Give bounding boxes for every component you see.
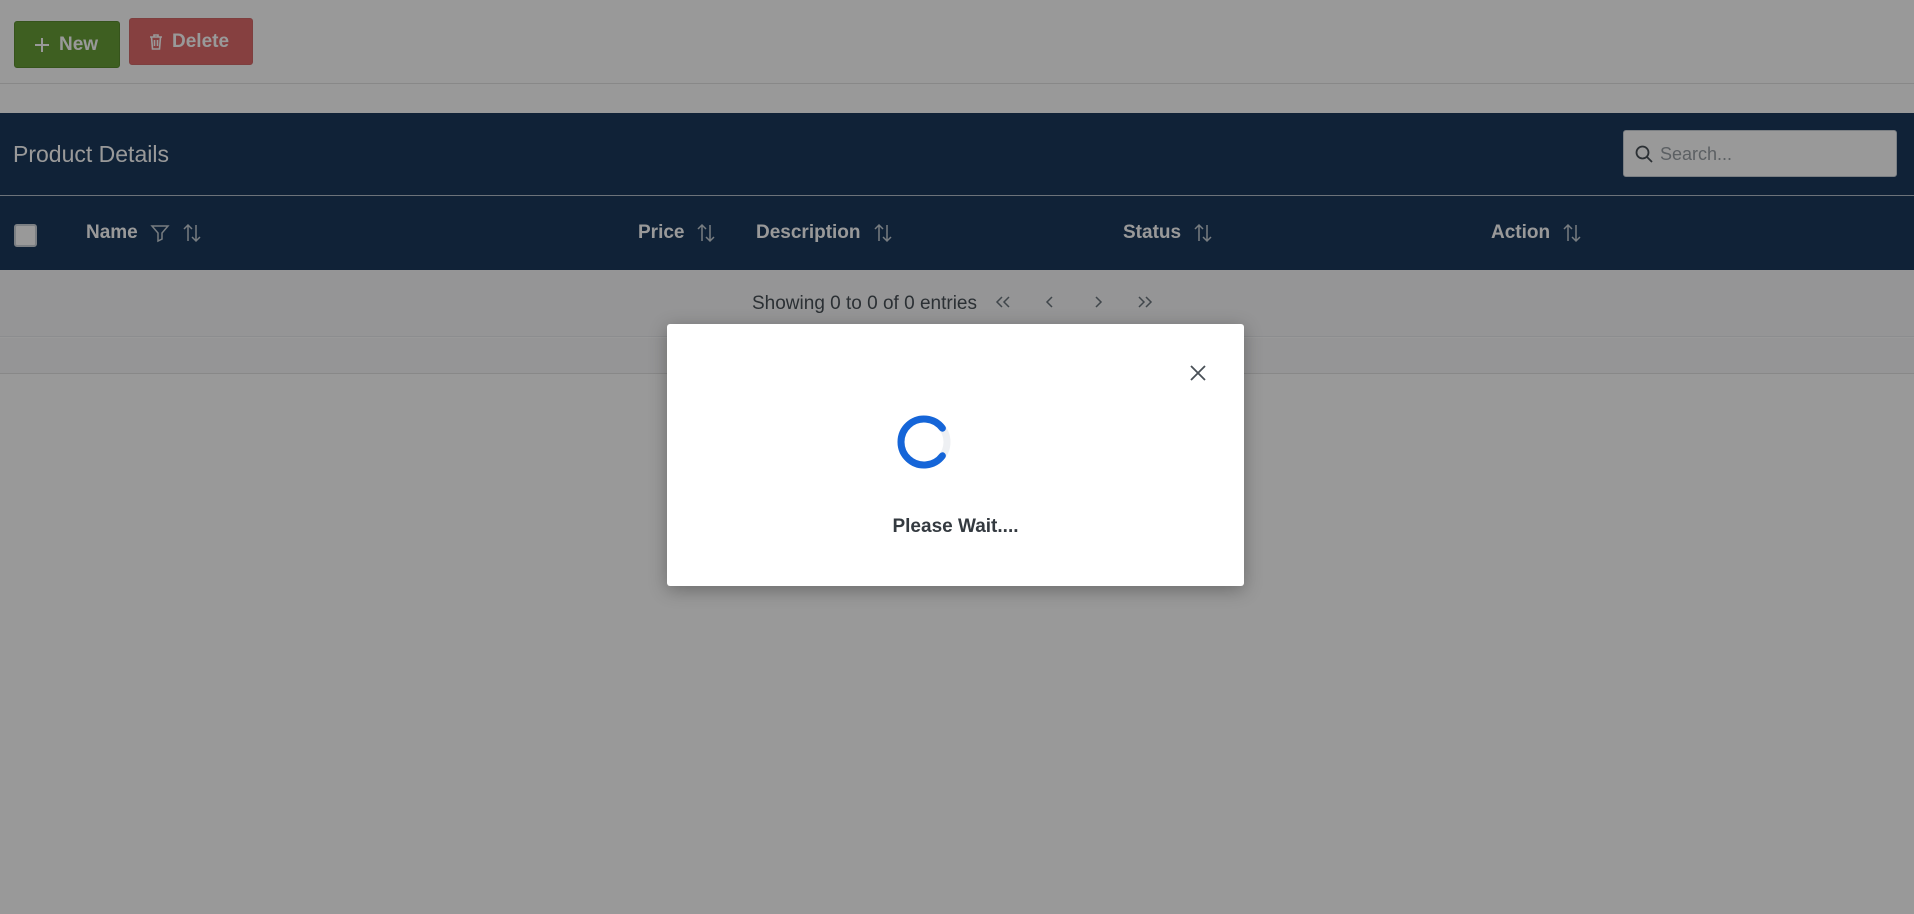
close-icon (1189, 364, 1207, 387)
loading-dialog: Please Wait.... (667, 324, 1244, 586)
loading-spinner-icon (896, 414, 952, 470)
dialog-message: Please Wait.... (892, 516, 1019, 537)
close-button[interactable] (1185, 362, 1211, 388)
